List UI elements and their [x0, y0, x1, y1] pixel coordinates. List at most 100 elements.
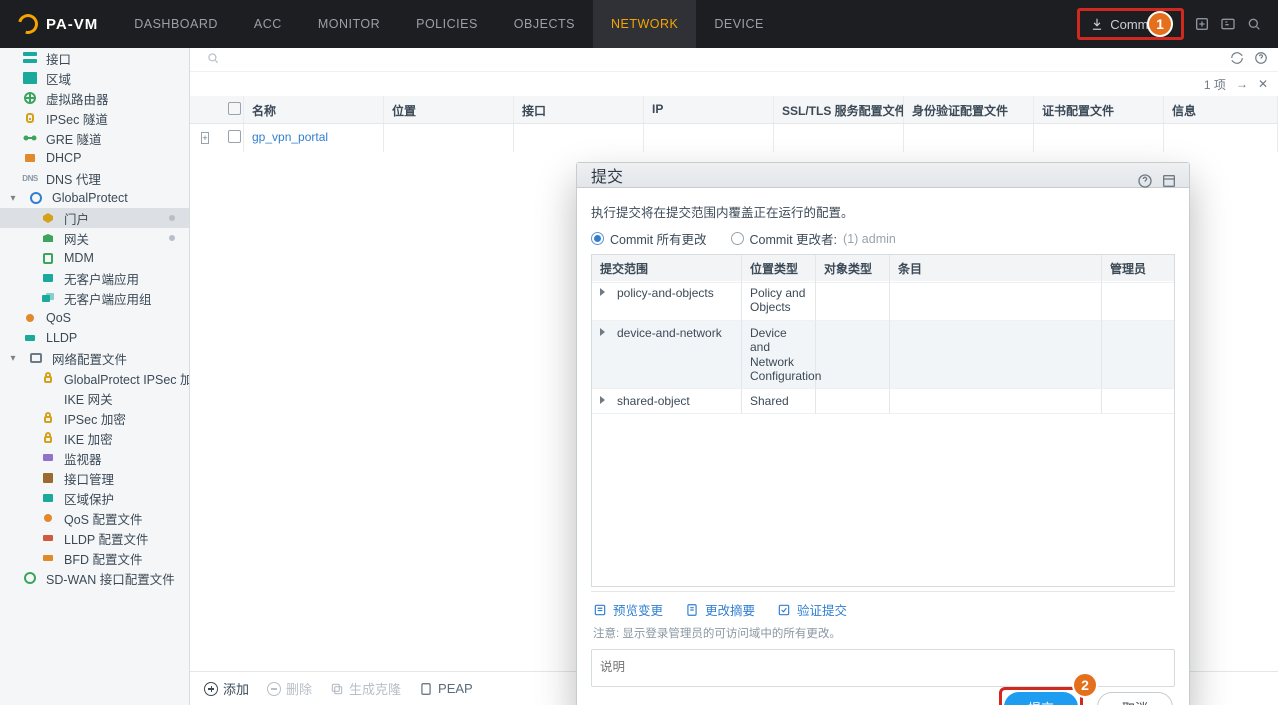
side-ipsec-crypto[interactable]: IPSec 加密	[0, 408, 189, 428]
summary-icon	[685, 603, 699, 617]
side-monitor-profile[interactable]: 监视器	[0, 448, 189, 468]
side-label: 无客户端应用组	[64, 289, 152, 308]
scope-row[interactable]: device-and-network Device and Network Co…	[592, 321, 1174, 390]
side-label: 网关	[64, 229, 89, 248]
nav-dashboard[interactable]: DASHBOARD	[116, 0, 236, 48]
side-gp-mdm[interactable]: MDM	[0, 248, 189, 268]
caret-down-icon: ▾	[8, 353, 18, 364]
side-gp-clientless-group[interactable]: 无客户端应用组	[0, 288, 189, 308]
side-label: 网络配置文件	[52, 349, 127, 368]
change-summary-link[interactable]: 更改摘要	[685, 600, 755, 619]
brand-logo-icon	[14, 10, 41, 37]
validate-commit-link[interactable]: 验证提交	[777, 600, 847, 619]
annotation-2: 2	[1072, 672, 1098, 698]
side-label: DNS 代理	[46, 169, 101, 188]
side-label: IKE 加密	[64, 429, 113, 448]
side-gre-tunnels[interactable]: GRE 隧道	[0, 128, 189, 148]
expand-arrow-icon[interactable]	[600, 328, 605, 336]
content: 1 项 → ✕ 名称 位置 接口 IP SSL/TLS 服务配置文件 身份验证配…	[190, 48, 1278, 705]
side-ipsec-tunnels[interactable]: IPSec 隧道	[0, 108, 189, 128]
top-nav: DASHBOARD ACC MONITOR POLICIES OBJECTS N…	[116, 0, 782, 48]
sidebar: 接口 区域 虚拟路由器 IPSec 隧道 GRE 隧道 DHCP DNSDNS …	[0, 48, 190, 705]
scope-row[interactable]: shared-object Shared	[592, 389, 1174, 414]
side-globalprotect[interactable]: ▾GlobalProtect	[0, 188, 189, 208]
side-bfd-profile[interactable]: BFD 配置文件	[0, 548, 189, 568]
side-interfaces[interactable]: 接口	[0, 48, 189, 68]
side-zones[interactable]: 区域	[0, 68, 189, 88]
scope-col-admin: 管理员	[1102, 255, 1174, 283]
topbar-right: Commit	[1077, 0, 1278, 48]
side-label: 门户	[64, 209, 89, 228]
brand-text: PA-VM	[46, 16, 98, 33]
side-dns-proxy[interactable]: DNSDNS 代理	[0, 168, 189, 188]
side-ike-gateways[interactable]: IKE 网关	[0, 388, 189, 408]
side-zone-protection[interactable]: 区域保护	[0, 488, 189, 508]
side-label: GRE 隧道	[46, 129, 102, 148]
preview-icon	[593, 603, 607, 617]
topbar: PA-VM DASHBOARD ACC MONITOR POLICIES OBJ…	[0, 0, 1278, 48]
modal-help-icon[interactable]	[1137, 173, 1153, 194]
commit-scope-table: 提交范围 位置类型 对象类型 条目 管理员 policy-and-objects…	[591, 254, 1175, 587]
side-sdwan-profile[interactable]: SD-WAN 接口配置文件	[0, 568, 189, 588]
annotation-1: 1	[1147, 11, 1173, 37]
nav-policies[interactable]: POLICIES	[398, 0, 496, 48]
side-label: IKE 网关	[64, 389, 113, 408]
side-network-profiles[interactable]: ▾ 网络配置文件	[0, 348, 189, 368]
submit-button-highlight: 提交 2	[999, 687, 1083, 705]
brand: PA-VM	[0, 14, 116, 34]
radio-commit-all[interactable]: Commit 所有更改	[591, 229, 707, 248]
side-label: SD-WAN 接口配置文件	[46, 569, 175, 588]
modal-body: 执行提交将在提交范围内覆盖正在运行的配置。 Commit 所有更改 Commit…	[577, 188, 1189, 687]
preview-changes-link[interactable]: 预览变更	[593, 600, 663, 619]
modal-title-bar: 提交	[577, 163, 1189, 188]
scope-row[interactable]: policy-and-objects Policy and Objects	[592, 281, 1174, 321]
cancel-button[interactable]: 取消	[1097, 692, 1173, 705]
main: 接口 区域 虚拟路由器 IPSec 隧道 GRE 隧道 DHCP DNSDNS …	[0, 48, 1278, 705]
side-gp-ipsec-crypto[interactable]: GlobalProtect IPSec 加密	[0, 368, 189, 388]
nav-network[interactable]: NETWORK	[593, 0, 696, 48]
search-icon[interactable]	[1246, 16, 1262, 32]
side-label: QoS	[46, 311, 71, 325]
nav-monitor[interactable]: MONITOR	[300, 0, 398, 48]
side-label: IPSec 隧道	[46, 109, 108, 128]
side-label: 无客户端应用	[64, 269, 139, 288]
side-label: GlobalProtect IPSec 加密	[64, 369, 190, 388]
side-label: 监视器	[64, 449, 102, 468]
task-manager-icon[interactable]	[1194, 16, 1210, 32]
side-interface-mgmt[interactable]: 接口管理	[0, 468, 189, 488]
side-lldp[interactable]: LLDP	[0, 328, 189, 348]
side-label: MDM	[64, 251, 94, 265]
language-icon[interactable]	[1220, 16, 1236, 32]
commit-scope-radios: Commit 所有更改 Commit 更改者:(1) admin	[591, 229, 1175, 248]
side-ike-crypto[interactable]: IKE 加密	[0, 428, 189, 448]
scope-header: 提交范围 位置类型 对象类型 条目 管理员	[592, 255, 1174, 281]
expand-arrow-icon[interactable]	[600, 396, 605, 404]
expand-arrow-icon[interactable]	[600, 288, 605, 296]
caret-down-icon: ▾	[8, 193, 18, 204]
submit-button[interactable]: 提交	[1004, 692, 1078, 705]
side-lldp-profile[interactable]: LLDP 配置文件	[0, 528, 189, 548]
side-dhcp[interactable]: DHCP	[0, 148, 189, 168]
side-virtual-router[interactable]: 虚拟路由器	[0, 88, 189, 108]
side-label: IPSec 加密	[64, 409, 126, 428]
nav-device[interactable]: DEVICE	[696, 0, 782, 48]
modal-window-icon[interactable]	[1161, 173, 1177, 194]
side-label: 接口管理	[64, 469, 114, 488]
modal-action-links: 预览变更 更改摘要 验证提交	[591, 591, 1175, 623]
side-gp-gateways[interactable]: 网关	[0, 228, 189, 248]
validate-icon	[777, 603, 791, 617]
nav-acc[interactable]: ACC	[236, 0, 300, 48]
side-gp-portals[interactable]: 门户	[0, 208, 189, 228]
modal-title: 提交	[591, 163, 623, 187]
nav-objects[interactable]: OBJECTS	[496, 0, 593, 48]
side-gp-clientless[interactable]: 无客户端应用	[0, 268, 189, 288]
side-label: BFD 配置文件	[64, 549, 142, 568]
side-label: 虚拟路由器	[46, 89, 109, 108]
scope-col-item: 条目	[890, 255, 1102, 283]
radio-commit-by-admin[interactable]: Commit 更改者:(1) admin	[731, 229, 896, 248]
side-label: QoS 配置文件	[64, 509, 143, 528]
side-label: LLDP 配置文件	[64, 529, 149, 548]
side-qos[interactable]: QoS	[0, 308, 189, 328]
side-qos-profile[interactable]: QoS 配置文件	[0, 508, 189, 528]
side-label: LLDP	[46, 331, 77, 345]
